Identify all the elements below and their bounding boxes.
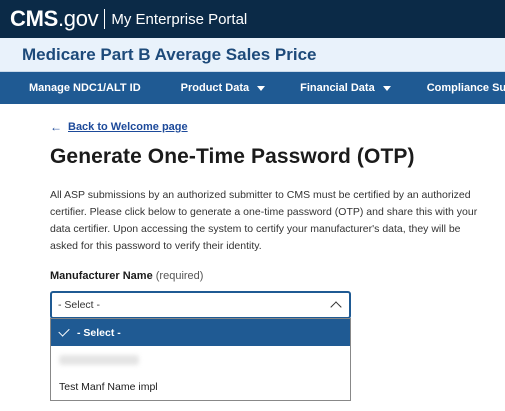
caret-down-icon (382, 85, 391, 91)
nav-label: Financial Data (300, 82, 375, 94)
option-label: - Select - (77, 326, 121, 339)
caret-down-icon (257, 85, 266, 91)
logo-suffix: .gov (58, 6, 99, 31)
nav-item-financial-data[interactable]: Financial Data (300, 82, 391, 94)
global-header: CMS.gov My Enterprise Portal (0, 0, 505, 38)
nav-label: Compliance Summary (426, 82, 505, 94)
header-divider (104, 9, 106, 29)
option-redacted[interactable] (51, 346, 350, 373)
nav-label: Manage NDC1/ALT ID (29, 82, 141, 94)
back-link-label: Back to Welcome page (68, 121, 188, 133)
manufacturer-options-list: - Select - Test Manf Name impl (50, 318, 351, 401)
app-title[interactable]: Medicare Part B Average Sales Price (22, 45, 317, 65)
required-hint: (required) (152, 270, 204, 282)
back-link[interactable]: ← Back to Welcome page (50, 120, 188, 134)
arrow-left-icon: ← (50, 120, 62, 134)
option-label: Test Manf Name impl (59, 380, 158, 393)
cms-logo[interactable]: CMS.gov (10, 6, 99, 32)
page-title: Generate One-Time Password (OTP) (50, 145, 415, 168)
nav-item-compliance-summary[interactable]: Compliance Summary (427, 82, 505, 94)
manufacturer-label: Manufacturer Name (required) (50, 270, 203, 282)
manufacturer-label-text: Manufacturer Name (50, 270, 153, 282)
option-test-manf[interactable]: Test Manf Name impl (51, 373, 350, 400)
chevron-up-icon[interactable] (330, 301, 342, 313)
check-icon (58, 325, 70, 337)
main-content: ← Back to Welcome page Generate One-Time… (0, 104, 505, 411)
portal-name: My Enterprise Portal (111, 10, 248, 28)
logo-text: CMS (10, 6, 58, 31)
manufacturer-select[interactable]: - Select - (50, 291, 351, 319)
select-value: - Select - (58, 299, 101, 311)
redacted-text (59, 354, 139, 365)
page-description: All ASP submissions by an authorized sub… (50, 189, 478, 252)
nav-label: Product Data (180, 82, 250, 94)
main-nav: Manage NDC1/ALT ID Product Data Financia… (0, 72, 505, 104)
nav-item-product-data[interactable]: Product Data (180, 82, 266, 94)
nav-item-manage-ndc[interactable]: Manage NDC1/ALT ID (29, 82, 141, 94)
option-select-placeholder[interactable]: - Select - (51, 319, 350, 346)
app-title-bar: Medicare Part B Average Sales Price (0, 38, 505, 72)
